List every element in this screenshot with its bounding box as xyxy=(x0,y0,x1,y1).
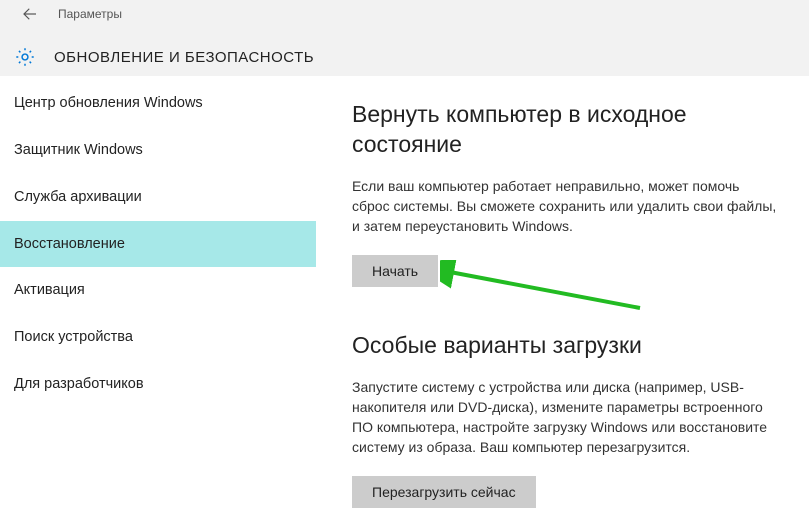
restart-now-button[interactable]: Перезагрузить сейчас xyxy=(352,476,536,508)
topbar: Параметры xyxy=(0,0,809,28)
reset-desc: Если ваш компьютер работает неправильно,… xyxy=(352,176,779,237)
reset-start-button[interactable]: Начать xyxy=(352,255,438,287)
sidebar-item-windows-update[interactable]: Центр обновления Windows xyxy=(0,80,316,127)
section-reset: Вернуть компьютер в исходное состояние Е… xyxy=(352,100,779,287)
category-title: ОБНОВЛЕНИЕ И БЕЗОПАСНОСТЬ xyxy=(54,49,314,66)
sidebar: Центр обновления Windows Защитник Window… xyxy=(0,76,316,518)
reset-title: Вернуть компьютер в исходное состояние xyxy=(352,100,779,160)
sidebar-item-recovery[interactable]: Восстановление xyxy=(0,221,316,268)
advanced-desc: Запустите систему с устройства или диска… xyxy=(352,377,779,458)
sidebar-item-backup[interactable]: Служба архивации xyxy=(0,174,316,221)
gear-icon xyxy=(14,46,36,68)
sidebar-item-activation[interactable]: Активация xyxy=(0,267,316,314)
main-panel: Вернуть компьютер в исходное состояние Е… xyxy=(316,76,809,518)
advanced-title: Особые варианты загрузки xyxy=(352,331,779,361)
sidebar-item-find-device[interactable]: Поиск устройства xyxy=(0,314,316,361)
back-icon[interactable] xyxy=(18,2,42,26)
section-advanced-startup: Особые варианты загрузки Запустите систе… xyxy=(352,331,779,508)
app-title: Параметры xyxy=(58,7,122,21)
sidebar-item-developers[interactable]: Для разработчиков xyxy=(0,361,316,408)
sidebar-item-defender[interactable]: Защитник Windows xyxy=(0,127,316,174)
content: Центр обновления Windows Защитник Window… xyxy=(0,76,809,518)
category-row: ОБНОВЛЕНИЕ И БЕЗОПАСНОСТЬ xyxy=(0,46,809,68)
header: Параметры ОБНОВЛЕНИЕ И БЕЗОПАСНОСТЬ xyxy=(0,0,809,76)
